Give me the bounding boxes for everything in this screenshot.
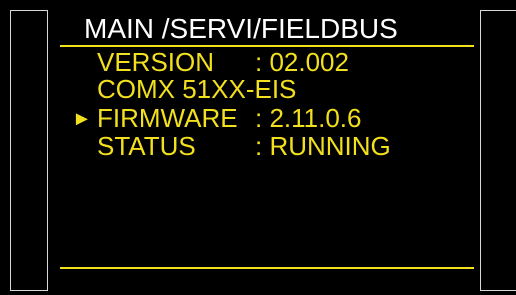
- status-value: : RUNNING: [255, 131, 391, 161]
- firmware-label: FIRMWARE: [97, 103, 238, 133]
- menu-item-status[interactable]: STATUS : RUNNING: [0, 133, 516, 160]
- menu-item-version[interactable]: VERSION : 02.002: [0, 49, 516, 76]
- firmware-value: : 2.11.0.6: [255, 103, 362, 133]
- fieldbus-screen: MAIN /SERVI/FIELDBUS VERSION : 02.002 CO…: [0, 0, 516, 295]
- module-label: COMX 51XX-EIS: [97, 74, 297, 104]
- menu-path-title: MAIN /SERVI/FIELDBUS: [84, 13, 398, 44]
- menu-item-firmware[interactable]: ► FIRMWARE : 2.11.0.6: [0, 105, 516, 132]
- status-label: STATUS: [97, 131, 196, 161]
- version-value: : 02.002: [255, 47, 349, 77]
- footer-divider: [60, 267, 474, 269]
- selection-cursor-icon: ►: [72, 108, 92, 130]
- version-label: VERSION: [97, 47, 215, 77]
- menu-item-module[interactable]: COMX 51XX-EIS: [0, 76, 516, 103]
